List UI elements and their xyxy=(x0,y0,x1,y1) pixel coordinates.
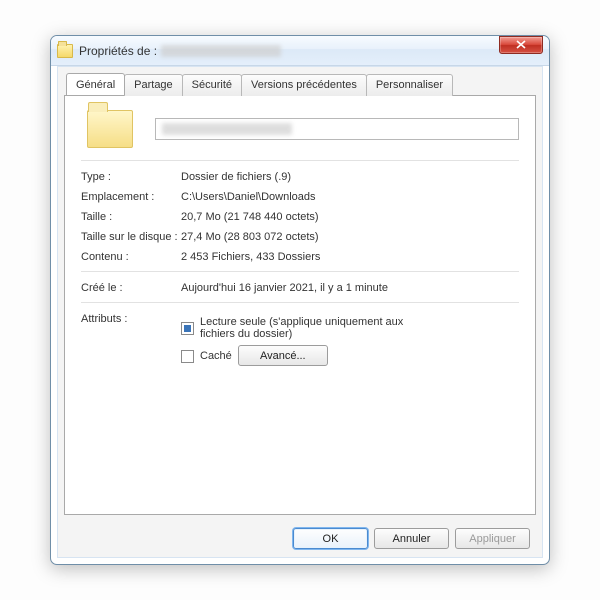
tabstrip: Général Partage Sécurité Versions précéd… xyxy=(66,73,536,95)
advanced-button[interactable]: Avancé... xyxy=(238,345,328,366)
size-on-disk-label: Taille sur le disque : xyxy=(81,231,181,243)
cancel-button[interactable]: Annuler xyxy=(374,528,449,549)
window-title: Propriétés de : xyxy=(79,44,281,58)
apply-button[interactable]: Appliquer xyxy=(455,528,530,549)
location-value: C:\Users\Daniel\Downloads xyxy=(181,191,519,203)
created-label: Créé le : xyxy=(81,282,181,294)
size-on-disk-value: 27,4 Mo (28 803 072 octets) xyxy=(181,231,519,243)
properties-dialog: Propriétés de : Général Partage Sécurité… xyxy=(50,35,550,565)
contents-label: Contenu : xyxy=(81,251,181,263)
separator xyxy=(81,160,519,161)
hidden-checkbox[interactable] xyxy=(181,350,194,363)
tab-customize[interactable]: Personnaliser xyxy=(366,74,453,96)
readonly-checkbox[interactable] xyxy=(181,322,194,335)
location-label: Emplacement : xyxy=(81,191,181,203)
folder-name-obscured xyxy=(162,123,292,135)
tab-previous-versions[interactable]: Versions précédentes xyxy=(241,74,367,96)
title-name-obscured xyxy=(161,45,281,57)
dialog-footer: OK Annuler Appliquer xyxy=(293,528,530,549)
close-button[interactable] xyxy=(499,36,543,54)
titlebar[interactable]: Propriétés de : xyxy=(51,36,549,66)
tab-security[interactable]: Sécurité xyxy=(182,74,242,96)
folder-name-input[interactable] xyxy=(155,118,519,140)
folder-large-icon xyxy=(87,110,133,148)
type-label: Type : xyxy=(81,171,181,183)
tab-panel-general: Type : Dossier de fichiers (.9) Emplacem… xyxy=(64,95,536,515)
ok-button[interactable]: OK xyxy=(293,528,368,549)
contents-value: 2 453 Fichiers, 433 Dossiers xyxy=(181,251,519,263)
size-label: Taille : xyxy=(81,211,181,223)
tab-general[interactable]: Général xyxy=(66,73,125,95)
attributes-label: Attributs : xyxy=(81,313,181,325)
separator xyxy=(81,271,519,272)
separator xyxy=(81,302,519,303)
client-area: Général Partage Sécurité Versions précéd… xyxy=(57,66,543,558)
title-prefix: Propriétés de : xyxy=(79,44,157,58)
readonly-label: Lecture seule (s'applique uniquement aux… xyxy=(200,316,430,340)
tab-sharing[interactable]: Partage xyxy=(124,74,183,96)
folder-icon xyxy=(57,44,73,58)
type-value: Dossier de fichiers (.9) xyxy=(181,171,519,183)
hidden-label: Caché xyxy=(200,350,232,362)
created-value: Aujourd'hui 16 janvier 2021, il y a 1 mi… xyxy=(181,282,519,294)
size-value: 20,7 Mo (21 748 440 octets) xyxy=(181,211,519,223)
